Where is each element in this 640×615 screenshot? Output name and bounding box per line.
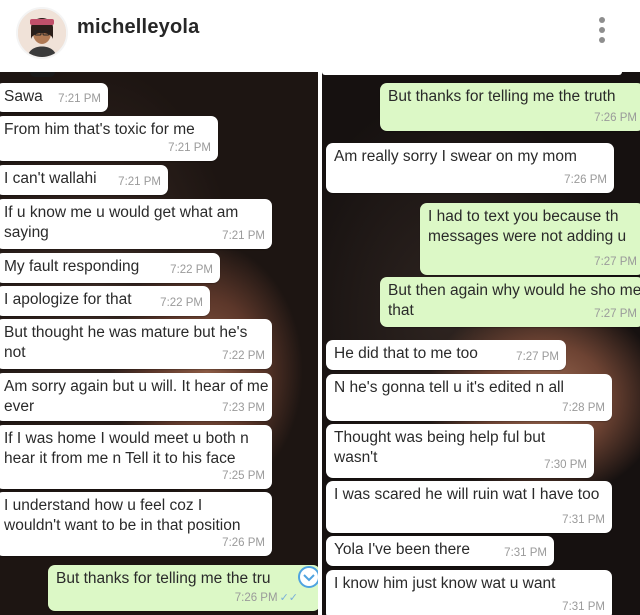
message-time: 7:21 PM bbox=[58, 93, 101, 105]
message-time: 7:26 PM bbox=[564, 174, 607, 186]
message-time: 7:27 PM bbox=[516, 351, 559, 363]
left-chat-screenshot: Sawa 7:21 PM From him that's toxic for m… bbox=[0, 72, 318, 615]
message-bubble[interactable]: But then again why would he sho me that … bbox=[380, 277, 640, 327]
right-chat-screenshot: But thanks for telling me the truth 7:26… bbox=[322, 72, 640, 615]
message-bubble[interactable]: I was scared he will ruin wat I have too… bbox=[326, 481, 612, 533]
message-time: 7:25 PM bbox=[222, 470, 265, 482]
message-bubble[interactable]: Am sorry again but u will. It hear of me… bbox=[0, 373, 272, 421]
message-time: 7:31 PM bbox=[504, 547, 547, 559]
message-text: I understand how u feel coz I wouldn't w… bbox=[4, 497, 241, 534]
message-bubble[interactable]: He did that to me too 7:27 PM bbox=[326, 340, 566, 370]
message-text: If I was home I would meet u both n hear… bbox=[4, 430, 249, 467]
message-bubble[interactable]: I know him just know wat u want 7:31 PM bbox=[326, 570, 612, 615]
message-bubble[interactable]: Yola I've been there 7:31 PM bbox=[326, 536, 554, 566]
message-text: N he's gonna tell u it's edited n all bbox=[334, 379, 564, 396]
message-time: 7:23 PM bbox=[222, 402, 265, 414]
message-bubble[interactable]: Am really sorry I swear on my mom 7:26 P… bbox=[326, 143, 614, 193]
message-time: 7:30 PM bbox=[544, 459, 587, 471]
message-time: 7:26 PM bbox=[594, 112, 637, 124]
message-bubble[interactable]: I apologize for that 7:22 PM bbox=[0, 286, 210, 316]
avatar[interactable] bbox=[16, 7, 68, 59]
message-time: 7:22 PM bbox=[170, 264, 213, 276]
message-bubble[interactable]: Sawa 7:21 PM bbox=[0, 83, 108, 112]
read-ticks-icon: ✓✓ bbox=[279, 592, 298, 604]
message-bubble[interactable]: If u know me u would get what am saying … bbox=[0, 199, 272, 249]
message-time: 7:27 PM bbox=[594, 256, 637, 268]
post-header: michelleyola bbox=[0, 0, 640, 62]
message-bubble[interactable]: But thanks for telling me the truth 7:26… bbox=[380, 83, 640, 131]
message-bubble[interactable]: From him that's toxic for me 7:21 PM bbox=[0, 116, 218, 161]
more-vertical-icon[interactable] bbox=[596, 17, 608, 47]
message-text: I had to text you because th messages we… bbox=[428, 208, 627, 245]
message-time: 7:27 PM bbox=[594, 308, 637, 320]
message-bubble[interactable]: Thought was being help ful but wasn't 7:… bbox=[326, 424, 594, 478]
message-bubble[interactable]: If I was home I would meet u both n hear… bbox=[0, 425, 272, 489]
message-time: 7:26 PM bbox=[222, 537, 265, 549]
message-text: I know him just know wat u want bbox=[334, 575, 556, 592]
message-bubble[interactable]: I can't wallahi 7:21 PM bbox=[0, 165, 168, 195]
cropped-bubble-edge bbox=[322, 72, 622, 75]
cropped-bubble-edge bbox=[30, 72, 55, 77]
message-bubble[interactable]: My fault responding 7:22 PM bbox=[0, 253, 220, 283]
profile-username[interactable]: michelleyola bbox=[77, 16, 199, 39]
message-text: But thanks for telling me the truth bbox=[388, 88, 616, 105]
message-text: Am really sorry I swear on my mom bbox=[334, 148, 577, 165]
chevron-down-icon bbox=[303, 574, 315, 582]
message-time: 7:22 PM bbox=[160, 297, 203, 309]
message-bubble[interactable]: I had to text you because th messages we… bbox=[420, 203, 640, 275]
message-time: 7:31 PM bbox=[562, 601, 605, 613]
avatar-icon bbox=[18, 9, 66, 57]
message-bubble[interactable]: I understand how u feel coz I wouldn't w… bbox=[0, 492, 272, 556]
message-time: 7:21 PM bbox=[222, 230, 265, 242]
message-bubble[interactable]: N he's gonna tell u it's edited n all 7:… bbox=[326, 374, 612, 421]
message-text: But thanks for telling me the tru bbox=[56, 570, 271, 587]
message-time: 7:31 PM bbox=[562, 514, 605, 526]
message-time: 7:26 PM bbox=[234, 592, 278, 604]
message-bubble[interactable]: But thanks for telling me the tru 7:26 P… bbox=[48, 565, 318, 611]
message-text: If u know me u would get what am saying bbox=[4, 204, 239, 241]
scroll-down-button[interactable] bbox=[298, 566, 318, 588]
message-time: 7:22 PM bbox=[222, 350, 265, 362]
message-text: I was scared he will ruin wat I have too bbox=[334, 486, 600, 503]
message-text: From him that's toxic for me bbox=[4, 121, 195, 138]
message-time: 7:28 PM bbox=[562, 402, 605, 414]
message-time: 7:21 PM bbox=[118, 176, 161, 188]
message-bubble[interactable]: But thought he was mature but he's not 7… bbox=[0, 319, 272, 369]
message-time: 7:21 PM bbox=[168, 142, 211, 154]
